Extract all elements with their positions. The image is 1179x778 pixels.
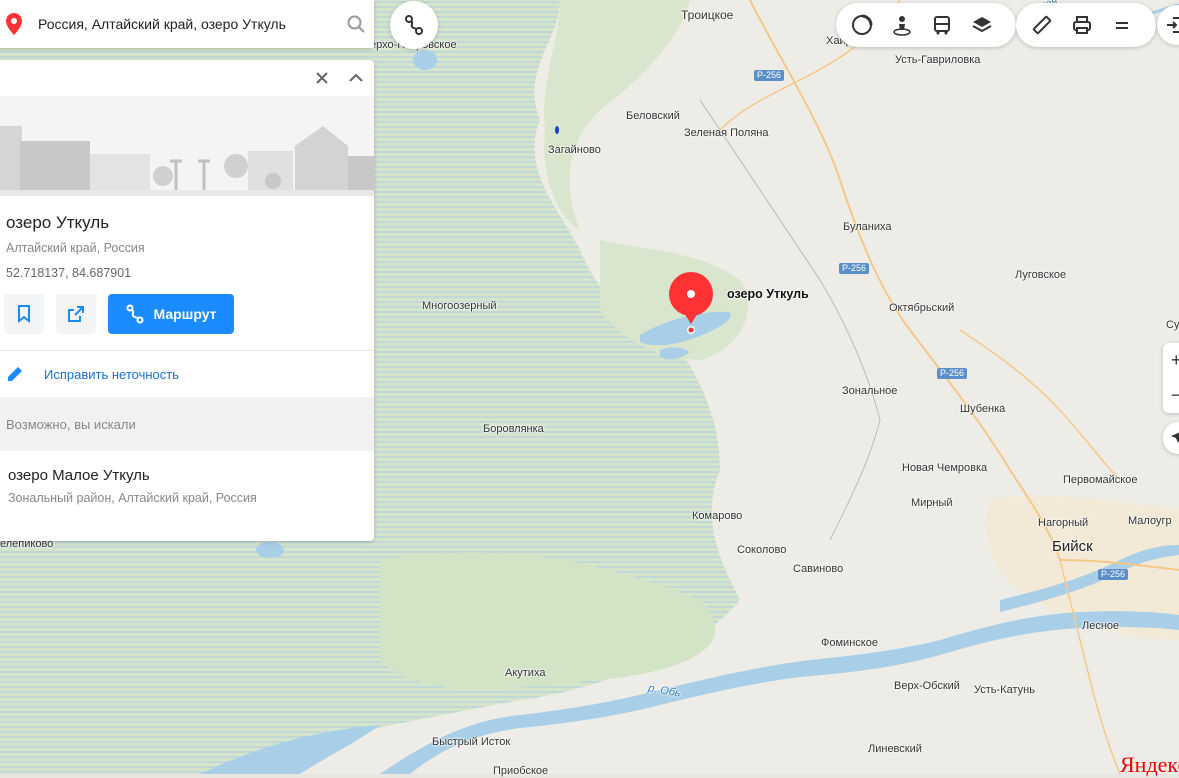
place-label: Загайново [548, 144, 601, 156]
red-location-pin-icon [0, 13, 28, 35]
place-card: озеро Уткуль Алтайский край, Россия 52.7… [0, 60, 374, 541]
road-badge: Р-256 [754, 70, 785, 81]
zoom-in-button[interactable]: + [1163, 343, 1179, 378]
share-icon [68, 306, 84, 322]
road-badge: Р-256 [1098, 569, 1129, 580]
location-marker-icon[interactable] [667, 272, 715, 336]
city-label: Бийск [1052, 538, 1093, 555]
place-subtitle: Алтайский край, Россия [6, 241, 145, 255]
place-label: Зеленая Поляна [684, 127, 769, 139]
road-badge: Р-256 [937, 368, 968, 379]
route-icon [126, 304, 144, 324]
bookmark-icon [18, 305, 30, 323]
place-label: Линевский [868, 743, 922, 755]
place-label: Октябрьский [889, 302, 955, 314]
place-label: Фоминское [821, 637, 878, 649]
marker-label[interactable]: озеро Уткуль [727, 287, 809, 301]
place-label: Савиново [793, 563, 844, 575]
place-label: Акутиха [505, 667, 546, 679]
magnifier-icon[interactable] [338, 15, 374, 33]
menu-icon[interactable] [1102, 5, 1142, 45]
place-label: Приобское [493, 765, 549, 777]
suggestion-item[interactable]: озеро Малое Уткуль Зональный район, Алта… [0, 451, 374, 523]
place-label: Буланиха [843, 221, 892, 233]
place-label: Усть-Гавриловка [895, 54, 981, 66]
place-label: Лесное [1082, 620, 1120, 632]
share-button[interactable] [56, 294, 96, 334]
place-label: Троицкое [681, 8, 734, 22]
place-label: Новая Чемровка [902, 462, 988, 474]
traffic-icon[interactable] [842, 5, 882, 45]
pencil-icon [8, 367, 22, 381]
login-icon [1167, 17, 1179, 33]
maybe-heading: Возможно, вы искали [0, 397, 374, 451]
suggestion-subtitle: Зональный район, Алтайский край, Россия [8, 491, 257, 505]
place-label: Многоозерный [422, 300, 497, 312]
place-title: озеро Уткуль [6, 213, 110, 232]
place-label: Су [1166, 319, 1179, 331]
place-label: Комарово [692, 510, 743, 522]
fix-inaccuracy-link[interactable]: Исправить неточность [0, 351, 374, 397]
search-bar[interactable]: Россия, Алтайский край, озеро Уткуль [0, 0, 374, 48]
ruler-icon[interactable] [1022, 5, 1062, 45]
place-label: Боровлянка [483, 423, 544, 435]
place-label: Малоугр [1128, 515, 1172, 527]
place-label: Нагорный [1038, 517, 1089, 529]
chevron-up-icon[interactable] [348, 70, 364, 86]
place-label: Быстрый Исток [432, 736, 511, 748]
map-tools-toolbar [1016, 3, 1156, 47]
print-icon[interactable] [1062, 5, 1102, 45]
layers-icon[interactable] [962, 5, 1002, 45]
navigation-arrow-icon [1171, 432, 1179, 443]
close-icon[interactable] [314, 70, 330, 86]
place-label: Луговское [1015, 269, 1067, 281]
route-icon[interactable] [390, 1, 438, 49]
place-label: Верх-Обский [894, 680, 960, 692]
search-input[interactable]: Россия, Алтайский край, озеро Уткуль [38, 16, 338, 32]
bookmark-button[interactable] [4, 294, 44, 334]
transport-icon[interactable] [922, 5, 962, 45]
fix-inaccuracy-label: Исправить неточность [44, 366, 179, 382]
route-button[interactable]: Маршрут [108, 294, 234, 334]
road-badge: Р-256 [839, 263, 870, 274]
brand-logo: Яндекс [1120, 752, 1179, 777]
suggestion-title: озеро Малое Уткуль [8, 467, 150, 484]
card-actions: Маршрут [4, 294, 374, 334]
zoom-control: + − [1163, 343, 1179, 413]
place-label: Шубенка [960, 403, 1006, 415]
place-coordinates[interactable]: 52.718137, 84.687901 [6, 266, 374, 280]
place-label: Мирный [911, 497, 953, 509]
place-label: Первомайское [1063, 474, 1138, 486]
map-layers-toolbar [836, 3, 1016, 47]
route-button-label: Маршрут [153, 306, 217, 322]
place-label: Беловский [626, 110, 680, 122]
place-label: Усть-Катунь [974, 684, 1035, 696]
card-header [0, 60, 374, 96]
panorama-icon[interactable] [882, 5, 922, 45]
place-illustration [0, 96, 374, 196]
zoom-out-button[interactable]: − [1163, 378, 1179, 413]
place-label: Зональное [842, 385, 898, 397]
place-label: Соколово [737, 544, 787, 556]
